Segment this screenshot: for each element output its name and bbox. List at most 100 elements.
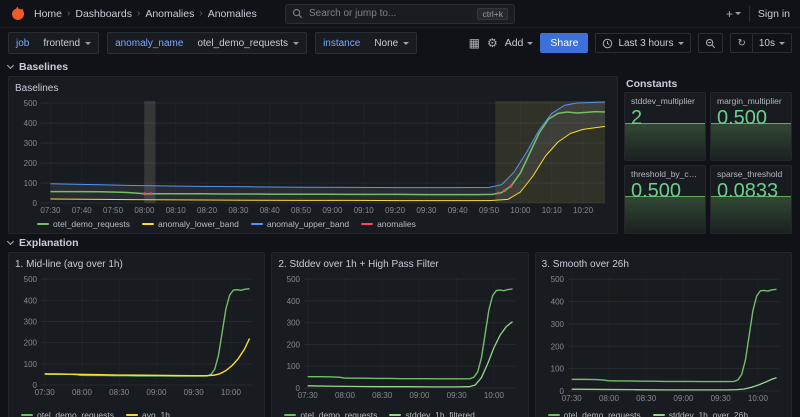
svg-text:09:30: 09:30	[416, 206, 437, 215]
svg-text:300: 300	[550, 320, 564, 329]
dashboard-toolbar: job frontend anomaly_name otel_demo_requ…	[0, 28, 800, 58]
plus-icon: +	[726, 8, 733, 20]
sign-in-button[interactable]: Sign in	[758, 8, 790, 20]
svg-text:08:30: 08:30	[636, 394, 657, 403]
chevron-down-icon	[85, 42, 91, 45]
refresh-button[interactable]: ↻	[731, 34, 751, 52]
svg-text:09:10: 09:10	[354, 206, 375, 215]
legend-label: stddev_1h_filtered	[405, 410, 474, 417]
legend-swatch	[653, 414, 665, 416]
breadcrumb-dashboards[interactable]: Dashboards	[75, 8, 132, 20]
legend-swatch	[284, 414, 296, 416]
variable-anomaly-name[interactable]: anomaly_name otel_demo_requests	[107, 32, 307, 54]
stat-panel-threshold-by-covar[interactable]: threshold_by_covar 0.500	[624, 165, 706, 234]
variable-label: instance	[316, 33, 367, 53]
refresh-interval-picker[interactable]: 10s	[752, 34, 791, 52]
legend-item[interactable]: anomalies	[361, 219, 416, 229]
chevron-down-icon	[403, 42, 409, 45]
new-menu-button[interactable]: +	[726, 8, 741, 20]
panel-baselines: Baselines 010020030040050007:3007:4007:5…	[8, 76, 618, 234]
stat-panel-sparse-threshold[interactable]: sparse_threshold 0.0833	[710, 165, 792, 234]
zoom-out-icon	[705, 38, 716, 49]
svg-text:10:10: 10:10	[542, 206, 563, 215]
svg-text:400: 400	[287, 297, 301, 306]
svg-text:08:40: 08:40	[260, 206, 281, 215]
timeseries-chart[interactable]: 010020030040050007:3008:0008:3009:0009:3…	[542, 272, 785, 407]
legend-swatch	[37, 223, 49, 225]
search-shortcut-badge: ctrl+k	[477, 8, 508, 20]
row-header-baselines[interactable]: Baselines	[8, 59, 792, 74]
search-placeholder: Search or jump to...	[309, 8, 396, 19]
clock-icon	[602, 38, 613, 49]
search-icon	[292, 8, 303, 19]
legend-item[interactable]: anomaly_upper_band	[251, 219, 349, 229]
svg-text:08:00: 08:00	[335, 391, 356, 400]
legend-label: otel_demo_requests	[564, 410, 641, 417]
variable-instance[interactable]: instance None	[315, 32, 417, 54]
svg-text:09:30: 09:30	[447, 391, 468, 400]
grafana-logo-icon[interactable]	[10, 6, 26, 22]
svg-text:400: 400	[550, 298, 564, 307]
search-input[interactable]: Search or jump to... ctrl+k	[285, 4, 515, 24]
svg-text:09:30: 09:30	[710, 394, 731, 403]
svg-text:10:00: 10:00	[221, 388, 242, 397]
breadcrumb-separator: ›	[199, 8, 202, 19]
svg-text:09:30: 09:30	[184, 388, 205, 397]
timeseries-chart[interactable]: 010020030040050007:3007:4007:5008:0008:1…	[15, 96, 611, 216]
svg-text:07:30: 07:30	[40, 206, 61, 215]
add-button[interactable]: Add	[505, 37, 534, 49]
row-title: Baselines	[19, 61, 68, 73]
svg-text:08:30: 08:30	[373, 391, 394, 400]
panel-stddev-hpf: 2. Stddev over 1h + High Pass Filter 010…	[271, 252, 528, 417]
zoom-out-button[interactable]	[698, 33, 723, 53]
svg-text:08:20: 08:20	[197, 206, 218, 215]
legend-label: otel_demo_requests	[53, 219, 130, 229]
gear-icon[interactable]: ⚙	[487, 37, 498, 49]
svg-text:10:00: 10:00	[484, 391, 505, 400]
legend-item[interactable]: stddev_1h_over_26h	[653, 410, 748, 417]
panel-title[interactable]: 2. Stddev over 1h + High Pass Filter	[278, 256, 521, 272]
timeseries-chart[interactable]: 010020030040050007:3008:0008:3009:0009:3…	[278, 272, 521, 407]
panel-title[interactable]: 3. Smooth over 26h	[542, 256, 785, 272]
chevron-down-icon	[7, 237, 14, 244]
timeseries-chart[interactable]: 010020030040050007:3008:0008:3009:0009:3…	[15, 272, 258, 407]
svg-text:300: 300	[24, 317, 38, 326]
time-range-picker[interactable]: Last 3 hours	[595, 33, 691, 53]
svg-text:09:00: 09:00	[673, 394, 694, 403]
stat-panel-margin-multiplier[interactable]: margin_multiplier 0.500	[710, 92, 792, 161]
svg-text:200: 200	[24, 159, 38, 168]
grafana-dashboard: Home › Dashboards › Anomalies › Anomalie…	[0, 0, 800, 417]
breadcrumb-separator: ›	[67, 8, 70, 19]
breadcrumb-home[interactable]: Home	[34, 8, 62, 20]
svg-text:08:00: 08:00	[72, 388, 93, 397]
variable-value: frontend	[36, 33, 98, 53]
svg-text:07:50: 07:50	[103, 206, 124, 215]
stat-panel-stddev-multiplier[interactable]: stddev_multiplier 2	[624, 92, 706, 161]
nav-divider	[749, 6, 750, 22]
svg-text:0: 0	[33, 199, 38, 208]
svg-text:09:00: 09:00	[146, 388, 167, 397]
variable-label: job	[9, 33, 36, 53]
legend-item[interactable]: otel_demo_requests	[37, 219, 130, 229]
svg-text:09:00: 09:00	[410, 391, 431, 400]
svg-text:200: 200	[550, 342, 564, 351]
panel-title[interactable]: Baselines	[15, 80, 611, 96]
legend-swatch	[548, 414, 560, 416]
legend-label: otel_demo_requests	[300, 410, 377, 417]
variable-value: otel_demo_requests	[190, 33, 306, 53]
breadcrumb-folder[interactable]: Anomalies	[145, 8, 194, 20]
legend-item[interactable]: otel_demo_requests	[21, 410, 114, 417]
share-button[interactable]: Share	[540, 33, 588, 53]
legend-item[interactable]: otel_demo_requests	[548, 410, 641, 417]
legend-item[interactable]: anomaly_lower_band	[142, 219, 239, 229]
legend-item[interactable]: stddev_1h_filtered	[389, 410, 474, 417]
panels-icon[interactable]: ▦	[469, 37, 480, 49]
template-variables: job frontend anomaly_name otel_demo_requ…	[8, 32, 417, 54]
legend-item[interactable]: otel_demo_requests	[284, 410, 377, 417]
row-header-explanation[interactable]: Explanation	[8, 235, 792, 250]
legend-item[interactable]: avg_1h	[126, 410, 170, 417]
panel-title[interactable]: 1. Mid-line (avg over 1h)	[15, 256, 258, 272]
svg-text:500: 500	[24, 99, 38, 108]
variable-job[interactable]: job frontend	[8, 32, 99, 54]
svg-text:500: 500	[550, 275, 564, 284]
